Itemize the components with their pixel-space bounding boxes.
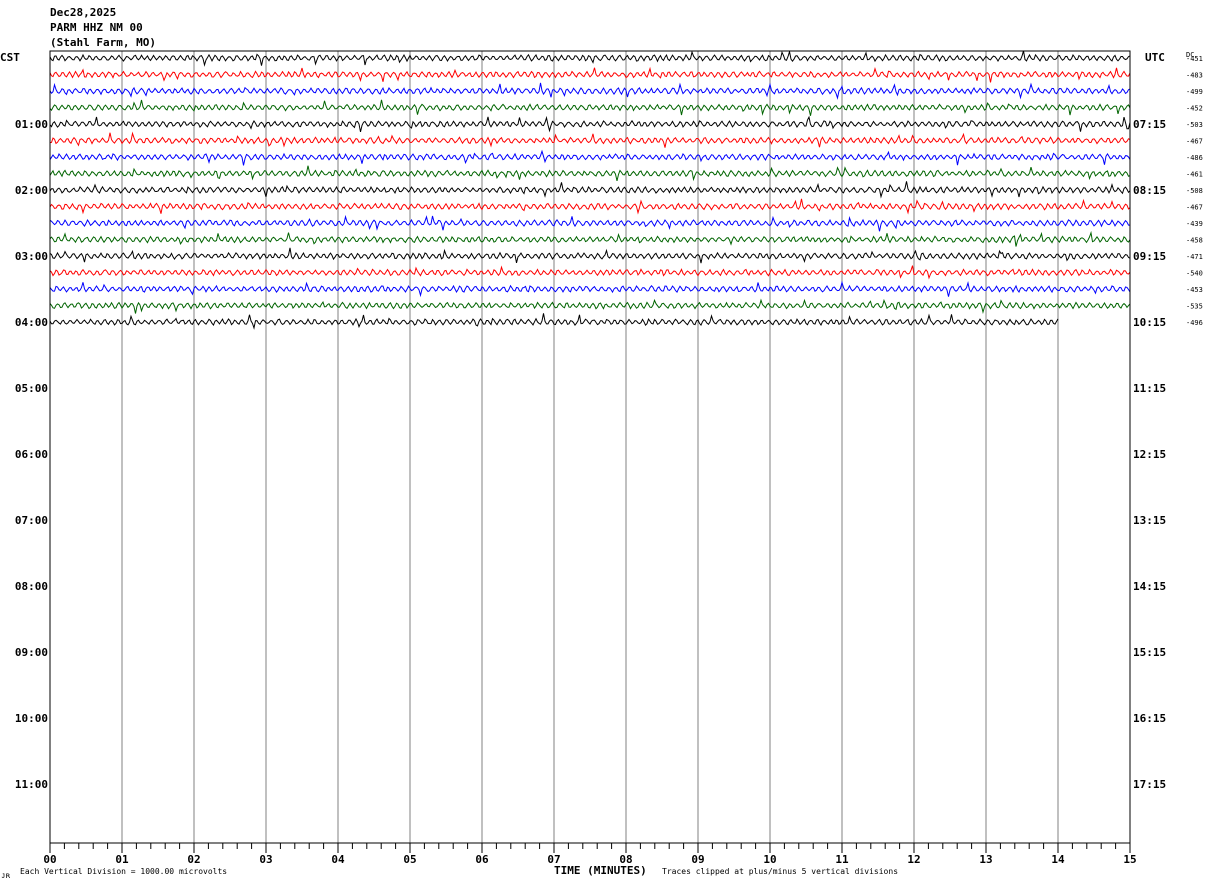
seismic-trace — [49, 131, 1131, 148]
x-tick-label: 03 — [259, 853, 272, 866]
dc-offset-label: -467 — [1186, 138, 1203, 146]
seismic-trace — [49, 198, 1131, 215]
corner-mark: ᴊʀ — [1, 871, 11, 880]
seismogram-chart: Dec28,2025 PARM HHZ NM 00 (Stahl Farm, M… — [0, 6, 1203, 880]
cst-hour-label: 08:00 — [15, 580, 48, 593]
trace-group — [49, 50, 1131, 330]
seismic-trace — [49, 230, 1131, 247]
seismic-trace — [49, 181, 1131, 199]
x-tick-label: 01 — [115, 853, 129, 866]
cst-hour-labels: 01:00 02:00 03:00 04:00 05:00 06:00 07:00 08:00… — [15, 118, 48, 791]
station-label: PARM HHZ NM 00 — [50, 21, 143, 34]
dc-offset-label: -486 — [1186, 154, 1203, 162]
x-tick-label: 09 — [691, 853, 704, 866]
seismic-trace — [49, 115, 1131, 133]
utc-hour-label: 13:15 — [1133, 514, 1166, 527]
dc-offset-label: -453 — [1186, 286, 1203, 294]
cst-hour-label: 05:00 — [15, 382, 48, 395]
x-tick-label: 10 — [763, 853, 776, 866]
dc-offset-label: -483 — [1186, 72, 1203, 80]
cst-hour-label: 02:00 — [15, 184, 48, 197]
cst-hour-label: 04:00 — [15, 316, 48, 329]
cst-hour-label: 10:00 — [15, 712, 48, 725]
location-label: (Stahl Farm, MO) — [50, 36, 156, 49]
x-tick-label: 05 — [403, 853, 416, 866]
dc-offset-labels: -451 -483 -499 -452 -503 -467 -486 -461 -508 -467… — [1186, 55, 1203, 327]
dc-offset-label: -451 — [1186, 55, 1203, 63]
utc-hour-label: 16:15 — [1133, 712, 1166, 725]
seismic-trace — [49, 265, 1131, 280]
dc-offset-label: -503 — [1186, 121, 1203, 129]
dc-offset-label: -467 — [1186, 204, 1203, 212]
seismic-trace — [49, 247, 1131, 264]
cst-hour-label: 07:00 — [15, 514, 48, 527]
dc-offset-label: -508 — [1186, 187, 1203, 195]
dc-offset-label: -496 — [1186, 319, 1203, 327]
footer-scale-note: Each Vertical Division = 1000.00 microvo… — [20, 867, 227, 876]
utc-hour-label: 11:15 — [1133, 382, 1166, 395]
time-gridlines — [121, 51, 1059, 843]
dc-offset-label: -458 — [1186, 237, 1203, 245]
utc-hour-labels: 07:15 08:15 09:15 10:15 11:15 12:15 13:15 14:15… — [1133, 118, 1166, 791]
utc-hour-label: 07:15 — [1133, 118, 1166, 131]
cst-hour-label: 11:00 — [15, 778, 48, 791]
utc-hour-label: 12:15 — [1133, 448, 1166, 461]
utc-hour-label: 17:15 — [1133, 778, 1166, 791]
dc-offset-label: -461 — [1186, 171, 1203, 179]
utc-hour-label: 09:15 — [1133, 250, 1166, 263]
seismic-trace — [49, 165, 1131, 182]
x-tick-label: 12 — [907, 853, 920, 866]
cst-hour-label: 09:00 — [15, 646, 48, 659]
cst-hour-label: 06:00 — [15, 448, 48, 461]
cst-label: CST — [0, 51, 20, 64]
x-tick-label: 15 — [1123, 853, 1136, 866]
utc-label: UTC — [1145, 51, 1165, 64]
x-tick-label: 11 — [835, 853, 849, 866]
seismic-trace — [49, 50, 1131, 67]
x-axis-ticks — [49, 843, 1131, 853]
dc-offset-label: -535 — [1186, 303, 1203, 311]
x-tick-label: 06 — [475, 853, 489, 866]
cst-hour-label: 01:00 — [15, 118, 48, 131]
dc-offset-label: -540 — [1186, 270, 1203, 278]
seismic-trace — [49, 298, 1131, 315]
x-axis-title: TIME (MINUTES) — [554, 864, 647, 877]
seismic-trace — [49, 149, 1131, 166]
x-tick-label: 02 — [187, 853, 200, 866]
x-tick-label: 04 — [331, 853, 345, 866]
x-tick-label: 14 — [1051, 853, 1065, 866]
utc-hour-label: 15:15 — [1133, 646, 1166, 659]
seismic-trace — [49, 66, 1131, 83]
dc-offset-label: -439 — [1186, 220, 1203, 228]
dc-offset-label: -499 — [1186, 88, 1203, 96]
seismic-trace — [49, 99, 1131, 116]
utc-hour-label: 14:15 — [1133, 580, 1166, 593]
x-tick-label: 13 — [979, 853, 992, 866]
dc-offset-label: -452 — [1186, 105, 1203, 113]
footer-clip-note: Traces clipped at plus/minus 5 vertical … — [662, 867, 898, 876]
plot-frame — [49, 50, 1131, 844]
x-tick-label: 00 — [43, 853, 56, 866]
seismic-trace — [49, 280, 1131, 298]
date-label: Dec28,2025 — [50, 6, 116, 19]
seismic-trace — [49, 214, 1130, 232]
cst-hour-label: 03:00 — [15, 250, 48, 263]
utc-hour-label: 10:15 — [1133, 316, 1166, 329]
dc-offset-label: -471 — [1186, 253, 1203, 261]
utc-hour-label: 08:15 — [1133, 184, 1166, 197]
seismic-trace — [49, 82, 1131, 100]
